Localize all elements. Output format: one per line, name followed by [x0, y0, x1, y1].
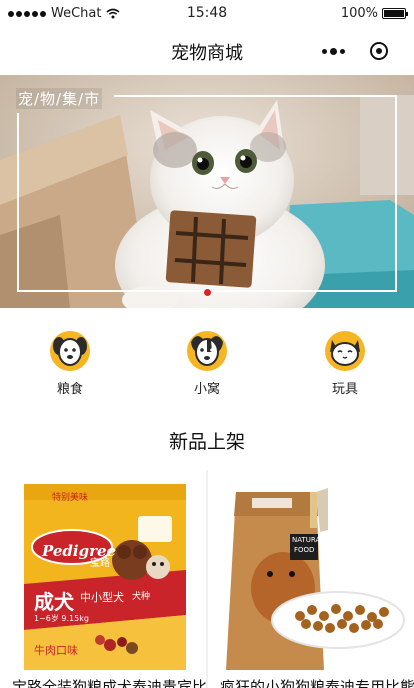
more-dots-icon[interactable] — [322, 47, 345, 55]
close-circle-icon[interactable] — [370, 42, 388, 60]
battery-fill — [384, 10, 404, 17]
cat-icon — [325, 331, 365, 371]
product-image — [0, 470, 206, 674]
product-card[interactable]: NATURAL FOOD 疯狂的小狗狗粮泰迪专用比熊 — [208, 470, 414, 688]
category-toys[interactable]: 玩具 — [305, 330, 385, 397]
category-label: 玩具 — [331, 382, 358, 397]
dog-icon — [50, 331, 90, 371]
product-title[interactable]: 宝路全装狗粮成犬泰迪贵宾比 — [12, 676, 206, 688]
category-label: 粮食 — [56, 382, 83, 397]
product-age: 1~6岁 9.15kg — [34, 614, 89, 623]
category-nest[interactable]: 小窝 — [167, 330, 247, 397]
product-name-small: 中小型犬 — [80, 591, 124, 604]
carousel-indicator[interactable] — [204, 289, 211, 296]
product-card[interactable]: 特别美味 Pedigree 宝路 成犬 中小型犬 犬种 1~6岁 9.15kg … — [0, 470, 206, 688]
banner-image — [0, 75, 414, 308]
battery-percent: 100% — [340, 6, 378, 21]
product-image — [208, 470, 414, 670]
status-bar: WeChat 15:48 100% — [0, 0, 414, 28]
battery: 100% — [340, 6, 408, 21]
product-tag-line1: NATURAL — [292, 536, 325, 544]
product-title[interactable]: 疯狂的小狗狗粮泰迪专用比熊 — [220, 676, 414, 688]
product-name-big: 成犬 — [34, 590, 74, 614]
product-list: 特别美味 Pedigree 宝路 成犬 中小型犬 犬种 1~6岁 9.15kg … — [0, 470, 414, 688]
battery-icon — [382, 8, 408, 19]
category-label: 小窝 — [193, 382, 220, 397]
nav-bar: 宠物商城 — [0, 28, 414, 74]
banner-carousel[interactable]: 宠/物/集/市 — [0, 75, 414, 308]
category-food[interactable]: 粮食 — [30, 330, 110, 397]
puppy-icon — [187, 331, 227, 371]
product-name-tag: 犬种 — [132, 592, 151, 602]
banner-label: 宠/物/集/市 — [16, 88, 103, 109]
product-badge: 特别美味 — [52, 493, 89, 503]
product-flavor: 牛肉口味 — [34, 644, 78, 657]
mini-program-capsule — [314, 38, 394, 64]
product-tag-line2: FOOD — [294, 546, 315, 554]
section-title: 新品上架 — [168, 431, 245, 453]
category-nav: 粮食 小窝 玩具 — [0, 330, 414, 397]
product-brand-sub: 宝路 — [90, 558, 110, 569]
